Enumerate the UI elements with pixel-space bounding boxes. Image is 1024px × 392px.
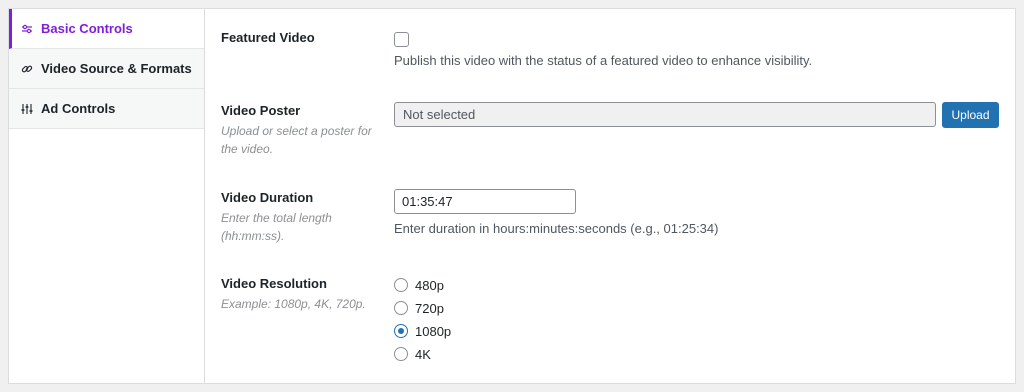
- radio-button-selected[interactable]: [394, 324, 408, 338]
- settings-panel: Basic Controls Video Source & Formats Ad…: [8, 8, 1016, 384]
- video-duration-label: Video Duration: [221, 190, 314, 205]
- resolution-option-480p[interactable]: 480p: [394, 277, 444, 293]
- radio-label: 480p: [415, 277, 444, 293]
- radio-label: 720p: [415, 300, 444, 316]
- radio-button[interactable]: [394, 278, 408, 292]
- resolution-option-720p[interactable]: 720p: [394, 300, 444, 316]
- video-resolution-label: Video Resolution: [221, 276, 327, 291]
- featured-video-checkbox[interactable]: [394, 32, 409, 47]
- tab-video-source-formats[interactable]: Video Source & Formats: [9, 49, 204, 89]
- radio-label: 1080p: [415, 323, 452, 339]
- video-duration-input[interactable]: 01:35:47: [394, 189, 576, 214]
- video-resolution-description: Example: 1080p, 4K, 720p.: [221, 297, 366, 311]
- tab-basic-controls[interactable]: Basic Controls: [9, 9, 204, 49]
- radio-label: 4K: [415, 346, 431, 362]
- video-poster-value: Not selected: [403, 107, 476, 122]
- featured-video-label: Featured Video: [221, 30, 315, 45]
- tab-label: Ad Controls: [41, 101, 116, 116]
- link-icon: [21, 63, 33, 75]
- tab-label: Basic Controls: [41, 21, 133, 36]
- video-poster-field[interactable]: Not selected: [394, 102, 936, 127]
- radio-button[interactable]: [394, 347, 408, 361]
- upload-button[interactable]: Upload: [942, 102, 999, 128]
- video-poster-description: Upload or select a poster for the video.: [221, 124, 372, 156]
- video-poster-label: Video Poster: [221, 103, 301, 118]
- tab-list: Basic Controls Video Source & Formats Ad…: [9, 9, 205, 383]
- featured-video-help: Publish this video with the status of a …: [394, 53, 813, 68]
- tab-label: Video Source & Formats: [41, 61, 192, 76]
- sliders-icon: [21, 23, 33, 35]
- video-duration-value: 01:35:47: [402, 194, 453, 209]
- tab-ad-controls[interactable]: Ad Controls: [9, 89, 204, 129]
- tab-content: Featured Video Publish this video with t…: [205, 9, 1015, 383]
- resolution-option-4k[interactable]: 4K: [394, 346, 431, 362]
- radio-button[interactable]: [394, 301, 408, 315]
- resolution-option-1080p[interactable]: 1080p: [394, 323, 451, 339]
- video-duration-help: Enter duration in hours:minutes:seconds …: [394, 221, 719, 236]
- video-duration-description: Enter the total length (hh:mm:ss).: [221, 211, 332, 243]
- equalizer-icon: [21, 103, 33, 115]
